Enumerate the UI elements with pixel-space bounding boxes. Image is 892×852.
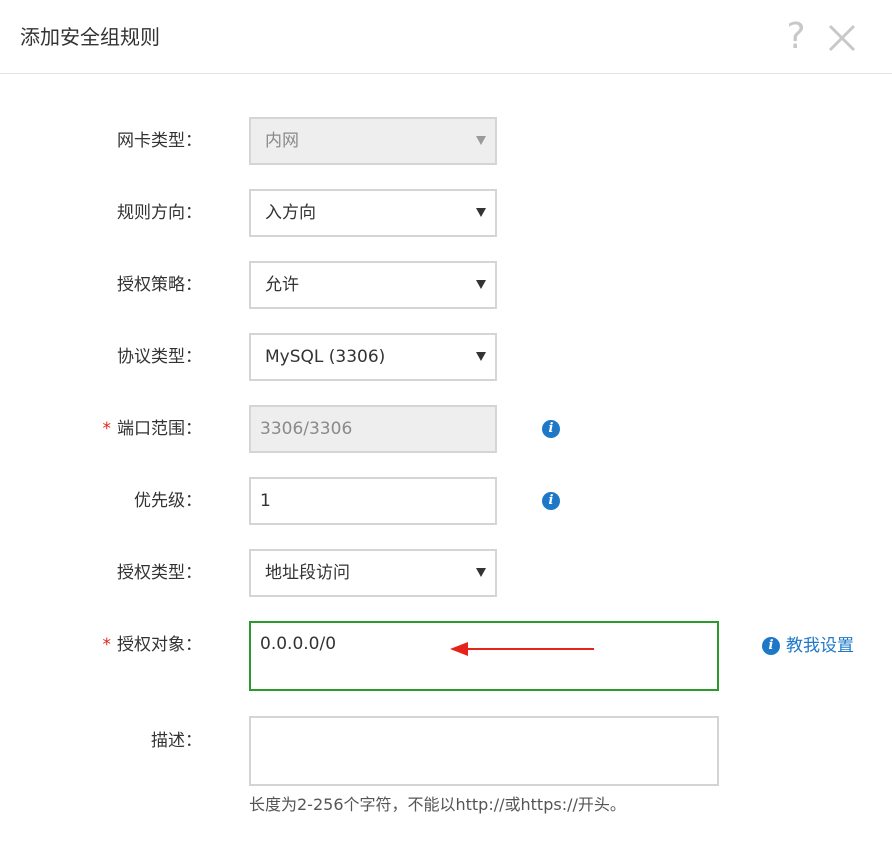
chevron-down-icon (476, 208, 486, 217)
chevron-down-icon (476, 568, 486, 577)
info-icon[interactable]: i (542, 492, 560, 510)
info-icon[interactable]: i (542, 420, 560, 438)
auth-object-textarea[interactable]: 0.0.0.0/0 (249, 621, 719, 691)
auth-type-value: 地址段访问 (265, 563, 350, 583)
auth-object-value: 0.0.0.0/0 (260, 634, 337, 654)
auth-type-select[interactable]: 地址段访问 (249, 549, 497, 597)
auth-object-label: * 授权对象： (90, 634, 203, 656)
nic-type-select[interactable]: 内网 (249, 117, 497, 165)
nic-type-value: 内网 (265, 131, 299, 151)
protocol-label: 协议类型： (90, 346, 202, 368)
teach-me-link-label: 教我设置 (786, 636, 854, 656)
description-hint: 长度为2-256个字符，不能以http://或https://开头。 (249, 795, 626, 814)
auth-type-label-text: 授权类型： (117, 563, 202, 583)
direction-select[interactable]: 入方向 (249, 189, 497, 237)
direction-value: 入方向 (265, 203, 316, 223)
chevron-down-icon (476, 136, 486, 145)
protocol-select[interactable]: MySQL (3306) (249, 333, 497, 381)
direction-label-text: 规则方向： (117, 203, 202, 223)
priority-value: 1 (260, 491, 271, 511)
priority-input[interactable]: 1 (249, 477, 497, 525)
description-label: 描述： (90, 730, 202, 752)
dialog-header: 添加安全组规则 ? (0, 0, 892, 74)
port-range-label-text: 端口范围： (117, 419, 202, 439)
close-icon[interactable] (826, 22, 858, 54)
auth-object-label-text: 授权对象： (117, 635, 202, 655)
chevron-down-icon (476, 352, 486, 361)
priority-label: 优先级： (90, 490, 202, 512)
dialog-title: 添加安全组规则 (20, 25, 160, 49)
policy-value: 允许 (265, 275, 299, 295)
port-range-input[interactable]: 3306/3306 (249, 405, 497, 453)
required-mark: * (102, 635, 112, 655)
description-label-text: 描述： (151, 731, 202, 751)
protocol-value: MySQL (3306) (265, 347, 386, 367)
auth-type-label: 授权类型： (90, 562, 202, 584)
help-icon[interactable]: ? (783, 17, 809, 57)
required-mark: * (102, 419, 112, 439)
add-security-group-rule-dialog: 添加安全组规则 ? 网卡类型： 内网 规则方向： 入方向 授权策略： 允许 协议… (0, 0, 892, 852)
teach-me-link[interactable]: i 教我设置 (762, 635, 854, 657)
port-range-label: * 端口范围： (90, 418, 203, 440)
port-range-value: 3306/3306 (260, 419, 353, 439)
policy-label: 授权策略： (90, 274, 202, 296)
protocol-label-text: 协议类型： (117, 347, 202, 367)
chevron-down-icon (476, 280, 486, 289)
priority-label-text: 优先级： (134, 491, 202, 511)
policy-select[interactable]: 允许 (249, 261, 497, 309)
description-textarea[interactable] (249, 716, 719, 786)
policy-label-text: 授权策略： (117, 275, 202, 295)
nic-type-label-text: 网卡类型： (117, 131, 202, 151)
nic-type-label: 网卡类型： (90, 130, 202, 152)
direction-label: 规则方向： (90, 202, 202, 224)
info-icon: i (762, 637, 780, 655)
